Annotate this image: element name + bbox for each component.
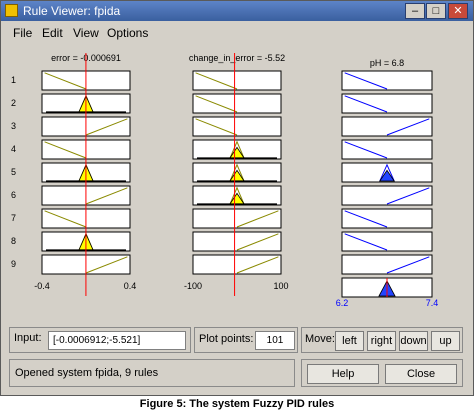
change-min-label: -100 bbox=[184, 281, 202, 291]
maximize-icon[interactable]: □ bbox=[426, 3, 446, 19]
rule-number-2: 2 bbox=[11, 98, 16, 108]
change-in-error-input-label: change_in_error = -5.52 bbox=[189, 53, 285, 63]
plot-points-panel: Plot points: 101 bbox=[194, 327, 298, 353]
action-panel: Help Close bbox=[301, 359, 463, 387]
status-text: Opened system fpida, 9 rules bbox=[15, 367, 159, 379]
error-min-label: -0.4 bbox=[34, 281, 50, 291]
rule-number-8: 8 bbox=[11, 236, 16, 246]
rule-viewer-window: Rule Viewer: fpida – □ ✕ File Edit View … bbox=[0, 0, 474, 396]
input-label: Input: bbox=[14, 332, 42, 344]
ph-output-label: pH = 6.8 bbox=[370, 58, 404, 68]
rule-number-7: 7 bbox=[11, 213, 16, 223]
plot-points-field[interactable]: 101 bbox=[255, 331, 295, 350]
matlab-app-icon bbox=[5, 4, 18, 17]
window-title: Rule Viewer: fpida bbox=[23, 4, 121, 18]
rule-8-change-cell bbox=[192, 231, 282, 252]
move-label: Move: bbox=[305, 333, 335, 345]
rule-1-change-cell bbox=[192, 70, 282, 91]
rule-number-9: 9 bbox=[11, 259, 16, 269]
rule-9-out-cell bbox=[341, 254, 433, 275]
menu-view[interactable]: View bbox=[73, 26, 99, 40]
rule-number-5: 5 bbox=[11, 167, 16, 177]
title-bar: Rule Viewer: fpida – □ ✕ bbox=[1, 1, 473, 21]
rule-9-change-cell bbox=[192, 254, 282, 275]
rule-2-out-cell bbox=[341, 93, 433, 114]
rule-7-change-cell bbox=[192, 208, 282, 229]
figure-caption: Figure 5: The system Fuzzy PID rules bbox=[139, 398, 335, 410]
rule-8-out-cell bbox=[341, 231, 433, 252]
rule-3-change-cell bbox=[192, 116, 282, 137]
move-up-button[interactable]: up bbox=[431, 331, 460, 351]
close-button[interactable]: Close bbox=[385, 364, 457, 384]
ph-max-label: 7.4 bbox=[426, 298, 439, 308]
menu-options[interactable]: Options bbox=[107, 26, 148, 40]
input-vector-field[interactable]: [-0.0006912;-5.521] bbox=[48, 331, 186, 350]
move-left-button[interactable]: left bbox=[335, 331, 364, 351]
rule-3-out-cell bbox=[341, 116, 433, 137]
rule-1-out-cell bbox=[341, 70, 433, 91]
help-button[interactable]: Help bbox=[307, 364, 379, 384]
menu-edit[interactable]: Edit bbox=[42, 26, 63, 40]
plot-points-label: Plot points: bbox=[199, 333, 254, 345]
minimize-icon[interactable]: – bbox=[405, 3, 425, 19]
input-panel: Input: [-0.0006912;-5.521] bbox=[9, 327, 191, 353]
rule-number-6: 6 bbox=[11, 190, 16, 200]
rule-2-change-cell bbox=[192, 93, 282, 114]
rule-plot-area[interactable]: error = -0.000691 change_in_error = -5.52… bbox=[1, 41, 473, 309]
move-down-button[interactable]: down bbox=[399, 331, 428, 351]
close-icon[interactable]: ✕ bbox=[448, 3, 468, 19]
rule-number-1: 1 bbox=[11, 75, 16, 85]
move-right-button[interactable]: right bbox=[367, 331, 396, 351]
rule-6-out-cell bbox=[341, 185, 433, 206]
rule-number-3: 3 bbox=[11, 121, 16, 131]
change-max-label: 100 bbox=[273, 281, 288, 291]
rule-number-4: 4 bbox=[11, 144, 16, 154]
rule-4-out-cell bbox=[341, 139, 433, 160]
menu-file[interactable]: File bbox=[13, 26, 32, 40]
error-max-label: 0.4 bbox=[124, 281, 137, 291]
status-panel: Opened system fpida, 9 rules bbox=[9, 359, 295, 387]
rule-7-out-cell bbox=[341, 208, 433, 229]
menu-bar: File Edit View Options bbox=[1, 23, 473, 41]
move-panel: Move: left right down up bbox=[301, 327, 463, 353]
ph-min-label: 6.2 bbox=[336, 298, 349, 308]
